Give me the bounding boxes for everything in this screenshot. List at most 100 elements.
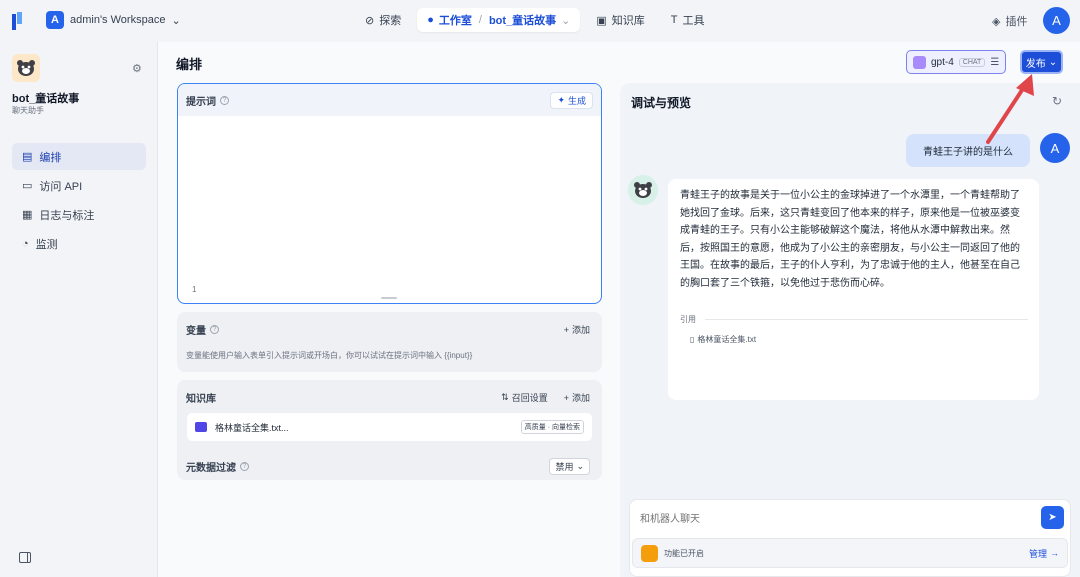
add-knowledge-button[interactable]: + 添加	[564, 391, 590, 404]
manage-button[interactable]: 管理 →	[1029, 547, 1059, 560]
chevron-down-icon: ⌄	[171, 14, 181, 27]
gauge-icon: ◔	[22, 237, 29, 250]
user-avatar: A	[1040, 133, 1070, 163]
app-sidebar: ⚙ bot_童话故事 聊天助手 ▤ 编排 ▭ 访问 API ▦ 日志与标注 ◔ …	[0, 42, 158, 577]
retrieval-tag: 高质量 · 向量检索	[520, 420, 584, 434]
variables-description: 变量能使用户输入表单引入提示词或开场白，你可以试试在提示词中输入 {{input…	[186, 351, 473, 360]
nav-tools[interactable]: T 工具	[661, 8, 715, 32]
knowledge-label: 知识库	[186, 394, 216, 405]
prompt-label: 提示词 ?	[186, 93, 229, 108]
plugins-button[interactable]: ◈ 插件	[992, 13, 1027, 29]
debug-preview-panel: 调试与预览 ↻ 青蛙王子讲的是什么 A 青蛙王子的故事是关于一位小公主的金球掉进…	[620, 83, 1080, 577]
bear-icon	[17, 60, 35, 76]
model-selector[interactable]: gpt-4 CHAT ☰	[906, 50, 1007, 74]
chat-composer: ➤ 功能已开启 管理 →	[629, 499, 1071, 577]
collapse-sidebar-icon[interactable]	[19, 552, 31, 563]
prompt-editor[interactable]: 提示词 ? ✦ 生成 1	[177, 83, 602, 304]
sidebar-item-orchestrate[interactable]: ▤ 编排	[12, 143, 146, 170]
add-variable-button[interactable]: + 添加	[564, 323, 590, 336]
user-message: 青蛙王子讲的是什么	[906, 134, 1030, 167]
help-icon[interactable]: ?	[240, 462, 249, 471]
main-nav: ⊘ 探索 ● 工作室 / bot_童话故事 ⌄ ▣ 知识库 T 工具	[355, 8, 715, 32]
plus-icon: +	[563, 392, 569, 403]
hammer-icon: T	[670, 14, 678, 26]
knowledge-header: 知识库 ⇅ 召回设置 + 添加	[186, 390, 590, 405]
nav-separator: /	[478, 14, 482, 26]
citation-divider	[705, 319, 1028, 320]
send-button[interactable]: ➤	[1041, 506, 1064, 529]
nav-studio[interactable]: ● 工作室 / bot_童话故事 ⌄	[417, 8, 581, 32]
settings-sliders-icon: ☰	[990, 56, 1000, 68]
bot-avatar	[628, 175, 658, 205]
main-area: 编排 提示词 ? ✦ 生成 1 变量 ? + 添加 变量能使用户输入表单引入提示…	[158, 42, 1080, 577]
feature-icon	[641, 544, 658, 562]
workspace-name: admin's Workspace	[70, 14, 166, 26]
model-mode-tag: CHAT	[958, 57, 986, 67]
preview-title: 调试与预览	[631, 96, 692, 110]
nav-explore[interactable]: ⊘ 探索	[355, 8, 411, 32]
top-bar: A admin's Workspace ⌄ ⊘ 探索 ● 工作室 / bot_童…	[0, 0, 1080, 42]
bear-icon	[634, 182, 652, 198]
robot-icon: ●	[427, 14, 434, 26]
knowledge-card: 知识库 ⇅ 召回设置 + 添加 格林童话全集.txt... 高质量 · 向量检索	[177, 380, 602, 480]
compass-icon: ⊘	[365, 14, 375, 27]
terminal-icon: ▭	[22, 180, 33, 192]
sliders-icon: ⇅	[501, 392, 509, 402]
folder-icon	[195, 422, 207, 432]
variables-label: 变量 ?	[186, 322, 219, 337]
sidebar-item-monitor[interactable]: ◔ 监测	[12, 230, 146, 257]
help-icon[interactable]: ?	[210, 325, 219, 334]
publish-button[interactable]: 发布 ⌄	[1020, 50, 1063, 74]
settings-sliders-icon[interactable]: ⚙	[132, 62, 142, 75]
citation-file[interactable]: ▯ 格林童话全集.txt	[690, 334, 756, 345]
prompt-header: 提示词 ? ✦ 生成	[178, 84, 601, 116]
page-title: 编排	[176, 57, 203, 72]
feature-bar: 功能已开启 管理 →	[632, 538, 1068, 568]
recall-settings-button[interactable]: ⇅ 召回设置	[501, 391, 548, 404]
user-avatar[interactable]: A	[1043, 7, 1070, 34]
book-icon: ▣	[596, 14, 607, 27]
model-name: gpt-4	[931, 56, 954, 68]
workspace-badge: A	[46, 11, 64, 29]
metadata-filter-select[interactable]: 禁用 ⌄	[549, 458, 590, 475]
bot-type: 聊天助手	[12, 106, 44, 115]
layout-icon: ▤	[22, 151, 33, 163]
bot-avatar	[12, 54, 40, 82]
workspace-switcher[interactable]: A admin's Workspace ⌄	[46, 11, 181, 29]
resize-handle[interactable]	[381, 297, 397, 299]
feature-status: 功能已开启	[641, 544, 704, 562]
cube-icon: ◈	[992, 15, 1001, 28]
current-app-name[interactable]: bot_童话故事	[489, 12, 556, 28]
plus-icon: +	[563, 324, 569, 335]
chat-input[interactable]	[640, 510, 1030, 528]
sidebar-item-api[interactable]: ▭ 访问 API	[12, 172, 146, 199]
arrow-right-icon: →	[1050, 548, 1059, 558]
app-logo[interactable]	[12, 12, 28, 30]
line-number: 1	[192, 285, 197, 294]
bot-message: 青蛙王子的故事是关于一位小公主的金球掉进了一个水潭里，一个青蛙帮助了她找回了金球…	[668, 179, 1039, 400]
chevron-down-icon: ⌄	[1048, 56, 1058, 68]
generate-button[interactable]: ✦ 生成	[550, 91, 593, 109]
chevron-down-icon: ⌄	[561, 14, 571, 27]
knowledge-file: 格林童话全集.txt...	[195, 421, 289, 434]
file-icon: ▯	[690, 335, 695, 344]
metadata-filter-row: 元数据过滤 ? 禁用 ⌄	[186, 458, 590, 475]
knowledge-file-item[interactable]: 格林童话全集.txt... 高质量 · 向量检索	[187, 413, 592, 441]
help-icon[interactable]: ?	[220, 95, 229, 105]
variables-card: 变量 ? + 添加 变量能使用户输入表单引入提示词或开场白，你可以试试在提示词中…	[177, 312, 602, 372]
openai-icon	[913, 55, 926, 69]
sidebar-menu: ▤ 编排 ▭ 访问 API ▦ 日志与标注 ◔ 监测	[12, 143, 146, 259]
file-text-icon: ▦	[22, 209, 33, 221]
send-icon: ➤	[1048, 512, 1057, 523]
sparkle-icon: ✦	[557, 94, 565, 105]
knowledge-actions: ⇅ 召回设置 + 添加	[501, 391, 590, 404]
nav-knowledge[interactable]: ▣ 知识库	[586, 8, 654, 32]
citation-label: 引用	[680, 315, 696, 324]
bot-name: bot_童话故事	[12, 93, 80, 105]
chevron-down-icon: ⌄	[576, 461, 584, 471]
refresh-icon[interactable]: ↻	[1052, 94, 1062, 108]
variables-header: 变量 ? + 添加	[186, 322, 590, 338]
sidebar-item-logs[interactable]: ▦ 日志与标注	[12, 201, 146, 228]
bot-message-text: 青蛙王子的故事是关于一位小公主的金球掉进了一个水潭里，一个青蛙帮助了她找回了金球…	[680, 190, 1020, 289]
metadata-label: 元数据过滤 ?	[186, 459, 249, 474]
